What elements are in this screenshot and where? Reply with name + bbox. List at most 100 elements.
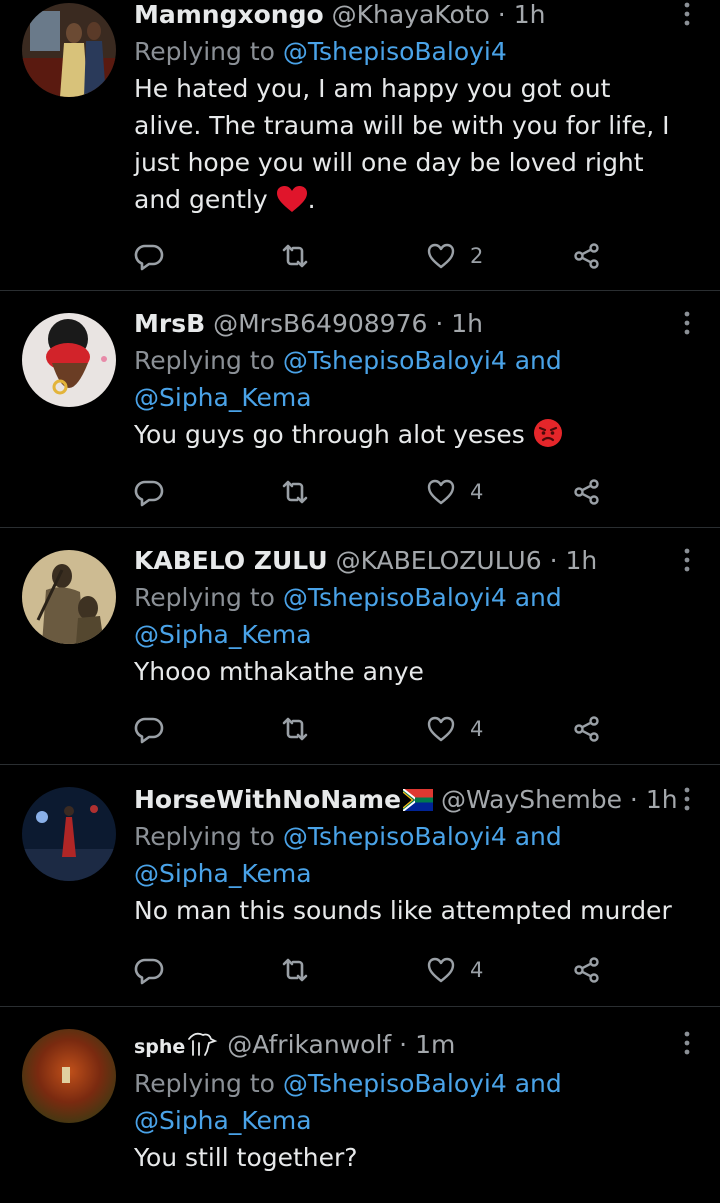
like-count: 4: [470, 717, 484, 741]
heart-outline-icon: [427, 243, 455, 269]
and-word: and: [506, 346, 562, 375]
timestamp[interactable]: 1h: [646, 785, 678, 814]
share-button[interactable]: [572, 474, 602, 510]
more-options-icon[interactable]: [682, 787, 692, 817]
share-button[interactable]: [572, 952, 602, 988]
separator-dot: ·: [549, 546, 558, 575]
retweet-button[interactable]: [280, 711, 310, 747]
display-name[interactable]: MrsB: [134, 309, 205, 338]
share-button[interactable]: [572, 238, 602, 274]
tweet-header: sphe @Afrikanwolf · 1m: [134, 1029, 680, 1062]
reply-icon: [134, 717, 164, 744]
tweet[interactable]: KABELO ZULU @KABELOZULU6 · 1h Replying t…: [0, 528, 720, 764]
like-button[interactable]: 4: [426, 711, 483, 747]
mention-link[interactable]: @TshepisoBaloyi4: [283, 583, 507, 612]
user-handle[interactable]: @MrsB64908976: [213, 309, 427, 338]
retweet-icon: [282, 244, 308, 268]
display-name[interactable]: Mamngxongo: [134, 0, 324, 29]
tweet-body: He hated you, I am happy you got out ali…: [134, 74, 670, 214]
more-options-icon[interactable]: [682, 2, 692, 32]
tweet[interactable]: sphe @Afrikanwolf · 1m Replying to @Tshe…: [0, 1007, 720, 1203]
user-handle[interactable]: @KABELOZULU6: [336, 546, 542, 575]
mention-link[interactable]: @TshepisoBaloyi4: [283, 37, 507, 66]
share-icon: [574, 479, 599, 505]
avatar[interactable]: [22, 787, 116, 881]
like-button[interactable]: 4: [426, 474, 483, 510]
like-count: 4: [470, 480, 484, 504]
display-name[interactable]: sphe: [134, 1036, 185, 1058]
tweet-body: Yhooo mthakathe anye: [134, 657, 424, 686]
user-handle[interactable]: @KhayaKoto: [332, 0, 490, 29]
mention-link[interactable]: @TshepisoBaloyi4: [283, 822, 507, 851]
more-options-icon[interactable]: [682, 548, 692, 578]
avatar-image: [22, 313, 116, 407]
timestamp[interactable]: 1h: [451, 309, 483, 338]
retweet-icon: [282, 717, 308, 741]
mention-link[interactable]: @Sipha_Kema: [134, 859, 312, 888]
tweet-header: HorseWithNoName @WayShembe · 1h: [134, 785, 680, 815]
tweet-actions: 4: [134, 952, 614, 988]
retweet-button[interactable]: [280, 238, 310, 274]
avatar[interactable]: [22, 550, 116, 644]
like-button[interactable]: 4: [426, 952, 483, 988]
separator-dot: ·: [435, 309, 444, 338]
display-name[interactable]: KABELO ZULU: [134, 546, 328, 575]
mention-link[interactable]: @Sipha_Kema: [134, 383, 312, 412]
replying-label: Replying to: [134, 583, 283, 612]
tweet[interactable]: Mamngxongo @KhayaKoto · 1h Replying to @…: [0, 0, 720, 290]
heart-outline-icon: [427, 957, 455, 983]
south-africa-flag-emoji: [402, 788, 434, 812]
replying-to: Replying to @TshepisoBaloyi4 and @Sipha_K…: [134, 1065, 680, 1139]
replying-label: Replying to: [134, 822, 283, 851]
tweet[interactable]: MrsB @MrsB64908976 · 1h Replying to @Tsh…: [0, 291, 720, 527]
retweet-button[interactable]: [280, 474, 310, 510]
tweet-text: No man this sounds like attempted murder: [134, 892, 680, 929]
mention-link[interactable]: @Sipha_Kema: [134, 620, 312, 649]
replying-label: Replying to: [134, 346, 283, 375]
tweet-text: He hated you, I am happy you got out ali…: [134, 70, 680, 218]
timestamp[interactable]: 1h: [565, 546, 597, 575]
reply-icon: [134, 958, 164, 985]
heart-emoji: [276, 186, 307, 212]
mention-link[interactable]: @Sipha_Kema: [134, 1106, 312, 1135]
more-options-icon[interactable]: [682, 1031, 692, 1061]
like-count: 4: [470, 958, 484, 982]
share-button[interactable]: [572, 711, 602, 747]
retweet-icon: [282, 958, 308, 982]
timestamp[interactable]: 1m: [415, 1030, 455, 1059]
avatar[interactable]: [22, 3, 116, 97]
reply-icon: [134, 480, 164, 507]
reply-button[interactable]: [134, 238, 164, 274]
tweet[interactable]: HorseWithNoName @WayShembe · 1h Replying…: [0, 765, 720, 1005]
mention-link[interactable]: @TshepisoBaloyi4: [283, 346, 507, 375]
display-name[interactable]: HorseWithNoName: [134, 785, 401, 814]
reply-button[interactable]: [134, 711, 164, 747]
avatar-image: [22, 787, 116, 881]
tweet-header: MrsB @MrsB64908976 · 1h: [134, 309, 680, 339]
tweet-actions: 4: [134, 474, 614, 510]
like-button[interactable]: 2: [426, 238, 483, 274]
tweet-text: You guys go through alot yeses: [134, 416, 680, 453]
mention-link[interactable]: @TshepisoBaloyi4: [283, 1069, 507, 1098]
and-word: and: [506, 822, 562, 851]
tweet-actions: 4: [134, 711, 614, 747]
retweet-button[interactable]: [280, 952, 310, 988]
angry-face-emoji: [533, 419, 562, 447]
separator-dot: ·: [399, 1030, 408, 1059]
share-icon: [574, 243, 599, 269]
lion-emoji: [188, 1032, 218, 1056]
avatar[interactable]: [22, 313, 116, 407]
replying-to: Replying to @TshepisoBaloyi4 and @Sipha_K…: [134, 342, 680, 416]
avatar[interactable]: [22, 1029, 116, 1123]
user-handle[interactable]: @Afrikanwolf: [227, 1030, 391, 1059]
tweet-header: KABELO ZULU @KABELOZULU6 · 1h: [134, 546, 680, 576]
reply-button[interactable]: [134, 952, 164, 988]
reply-button[interactable]: [134, 474, 164, 510]
tweet-suffix: .: [307, 185, 316, 214]
timestamp[interactable]: 1h: [514, 0, 546, 29]
more-options-icon[interactable]: [682, 311, 692, 341]
share-icon: [574, 716, 599, 742]
user-handle[interactable]: @WayShembe: [441, 785, 622, 814]
heart-outline-icon: [427, 479, 455, 505]
replying-to: Replying to @TshepisoBaloyi4 and @Sipha_K…: [134, 818, 680, 892]
